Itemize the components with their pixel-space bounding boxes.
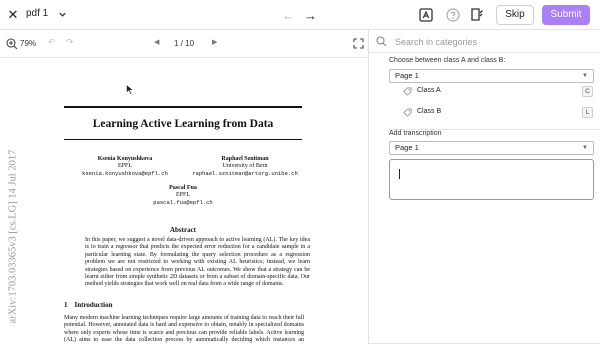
zoom-in-icon[interactable] <box>6 38 18 50</box>
arrow-right-icon[interactable]: → <box>304 8 317 23</box>
next-page-icon[interactable]: ▶ <box>212 38 217 46</box>
section-title: Introduction <box>74 301 113 309</box>
submit-button[interactable]: Submit <box>542 5 590 25</box>
pdf-page[interactable]: arXiv:1703.03365v3 [cs.LG] 14 Jul 2017 L… <box>0 59 368 344</box>
transcription-page-value: Page 1 <box>395 143 419 152</box>
author-block: Pascal Fua EPFL pascal.fua@epfl.ch <box>133 185 233 206</box>
class-option-label: Class B <box>417 108 442 115</box>
author-name: Ksenia Konyushkova <box>97 156 153 162</box>
undo-icon[interactable]: ↶ <box>48 37 56 48</box>
search-icon <box>376 36 387 47</box>
skip-button[interactable]: Skip <box>496 5 534 25</box>
arrow-left-icon[interactable]: ← <box>282 8 295 23</box>
classification-label: Choose between class A and class B: <box>389 57 506 64</box>
redo-icon[interactable]: ↷ <box>66 37 74 48</box>
mouse-cursor-icon <box>126 84 134 95</box>
file-title: pdf 1 <box>26 8 49 19</box>
tag-icon <box>403 87 412 96</box>
paper-title: Learning Active Learning from Data <box>92 118 274 130</box>
document-edit-icon[interactable] <box>469 7 485 23</box>
author-name: Pascal Fua <box>169 185 197 191</box>
abstract-text: In this paper, we suggest a novel data-d… <box>85 237 310 288</box>
shortcut-key: L <box>582 107 593 118</box>
author-block: Ksenia Konyushkova EPFL ksenia.konyushko… <box>70 156 180 177</box>
tag-icon <box>403 108 412 117</box>
zoom-level[interactable]: 79% <box>20 39 36 48</box>
section-number: 1 <box>64 301 68 309</box>
search-input[interactable] <box>395 34 585 50</box>
text-box-icon[interactable] <box>418 7 434 23</box>
text-caret <box>399 169 400 179</box>
transcription-textarea[interactable] <box>389 159 594 200</box>
section-heading: 1 Introduction <box>64 301 113 309</box>
pdf-toolbar: 79% ↶ ↷ ◀ 1 / 10 ▶ <box>0 30 368 58</box>
page-indicator: 1 / 10 <box>174 39 195 48</box>
author-affiliation: EPFL <box>175 192 190 198</box>
annotation-panel: Choose between class A and class B: Page… <box>369 30 600 344</box>
transcription-page-select[interactable]: Page 1 ▼ <box>389 141 594 155</box>
chevron-down-icon: ▼ <box>582 145 588 151</box>
author-block: Raphael Sznitman University of Bern raph… <box>180 156 310 177</box>
author-email: raphael.sznitman@artorg.unibe.ch <box>192 170 298 177</box>
transcription-label: Add transcription <box>389 130 442 137</box>
top-bar: ✕ pdf 1 ← → Skip Submit <box>0 0 600 30</box>
class-option-b[interactable]: Class B L <box>403 106 593 120</box>
prev-page-icon[interactable]: ◀ <box>154 38 159 46</box>
author-email: pascal.fua@epfl.ch <box>153 199 213 206</box>
close-icon[interactable]: ✕ <box>6 8 20 22</box>
help-icon[interactable] <box>445 7 461 23</box>
class-option-label: Class A <box>417 87 441 94</box>
classification-page-select[interactable]: Page 1 ▼ <box>389 69 594 83</box>
title-rule-top <box>64 106 302 108</box>
body-text: Many modern machine learning techniques … <box>64 315 304 344</box>
author-affiliation: EPFL <box>117 163 132 169</box>
author-affiliation: University of Bern <box>222 163 268 169</box>
author-email: ksenia.konyushkova@epfl.ch <box>82 170 168 177</box>
author-name: Raphael Sznitman <box>221 156 269 162</box>
abstract-heading: Abstract <box>169 226 197 234</box>
arxiv-stamp: arXiv:1703.03365v3 [cs.LG] 14 Jul 2017 <box>7 149 19 324</box>
classification-page-value: Page 1 <box>395 71 419 80</box>
category-search <box>369 30 600 53</box>
chevron-down-icon: ▼ <box>582 73 588 79</box>
chevron-down-icon[interactable] <box>58 10 67 19</box>
class-option-a[interactable]: Class A C <box>403 85 593 99</box>
fit-page-icon[interactable] <box>353 38 364 49</box>
shortcut-key: C <box>582 86 593 97</box>
title-rule-bottom <box>64 139 302 140</box>
